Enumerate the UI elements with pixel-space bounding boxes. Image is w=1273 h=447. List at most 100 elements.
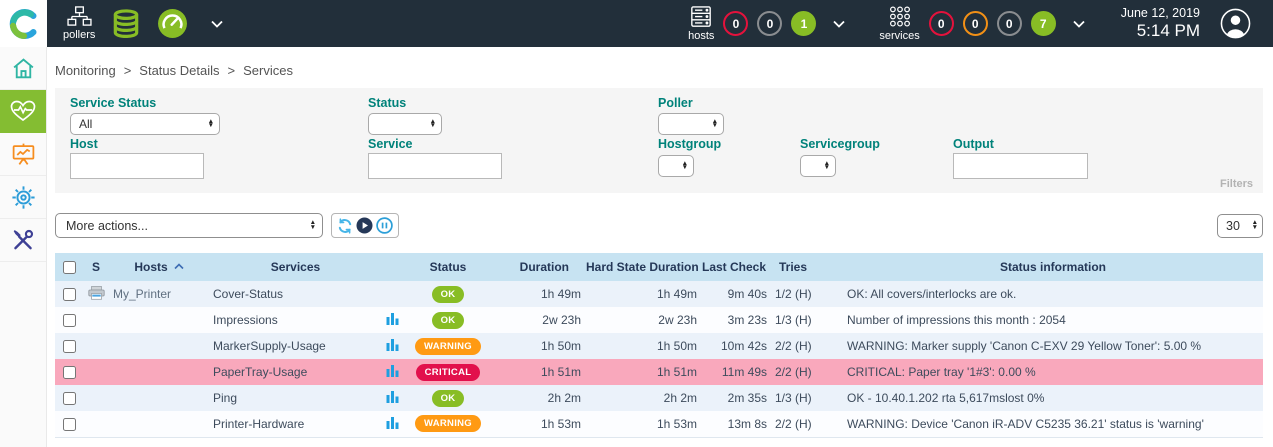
- breadcrumb-monitoring[interactable]: Monitoring: [55, 63, 116, 78]
- host-cell: [109, 307, 209, 333]
- services-warning-counter[interactable]: 0: [963, 11, 988, 36]
- host-cell: [109, 333, 209, 359]
- hosts-down-counter[interactable]: 0: [723, 11, 748, 36]
- refresh-button[interactable]: [337, 218, 353, 234]
- centreon-logo[interactable]: [0, 0, 47, 47]
- column-header-tries[interactable]: Tries: [771, 253, 843, 281]
- breadcrumb-status-details[interactable]: Status Details: [139, 63, 219, 78]
- last-check-cell: 3m 23s: [701, 307, 771, 333]
- column-header-status-information[interactable]: Status information: [843, 253, 1263, 281]
- select-arrows-icon: ▲▼: [682, 162, 688, 171]
- services-ok-counter[interactable]: 7: [1031, 11, 1056, 36]
- service-name[interactable]: Printer-Hardware: [213, 417, 304, 431]
- filters-panel: Service Status All ▲▼ Status ▲▼ Poller ▲…: [55, 88, 1263, 193]
- hosts-menu[interactable]: hosts: [688, 6, 714, 42]
- host-name[interactable]: My_Printer: [113, 287, 171, 301]
- status-select[interactable]: ▲▼: [368, 113, 442, 135]
- pause-button[interactable]: [376, 217, 393, 234]
- output-label: Output: [953, 137, 994, 151]
- sidebar-item-reporting[interactable]: [0, 133, 46, 176]
- graph-icon[interactable]: [386, 390, 399, 403]
- service-cell: Impressions: [209, 307, 377, 333]
- database-status-icon[interactable]: [110, 8, 142, 40]
- poller-select[interactable]: ▲▼: [658, 113, 724, 135]
- hard-state-duration-cell: 2h 2m: [585, 385, 701, 411]
- output-input[interactable]: [953, 153, 1088, 179]
- pollers-menu[interactable]: pollers: [63, 6, 95, 41]
- play-button[interactable]: [356, 217, 373, 234]
- user-avatar[interactable]: [1220, 8, 1251, 39]
- duration-cell: 1h 53m: [489, 411, 585, 437]
- tries-cell: 1/2 (H): [771, 281, 843, 307]
- graph-icon[interactable]: [386, 364, 399, 377]
- status-badge: OK: [432, 312, 465, 329]
- column-header-hard-state-duration[interactable]: Hard State Duration: [585, 253, 701, 281]
- hostgroup-label: Hostgroup: [658, 137, 721, 151]
- row-checkbox[interactable]: [63, 366, 76, 379]
- filters-panel-tag: Filters: [1220, 178, 1253, 190]
- sidebar-item-home[interactable]: [0, 47, 46, 90]
- service-name[interactable]: PaperTray-Usage: [213, 365, 307, 379]
- hosts-chevron-down-icon[interactable]: [833, 20, 845, 28]
- graph-cell: [377, 333, 407, 359]
- column-header-s[interactable]: S: [83, 253, 109, 281]
- table-row: MarkerSupply-Usage WARNING 1h 50m 1h 50m…: [55, 333, 1263, 359]
- services-menu[interactable]: services: [879, 5, 919, 42]
- column-header-services[interactable]: Services: [209, 253, 377, 281]
- host-input[interactable]: [70, 153, 204, 179]
- row-checkbox[interactable]: [63, 418, 76, 431]
- duration-cell: 2h 2m: [489, 385, 585, 411]
- host-icon-cell: [83, 359, 109, 385]
- services-unknown-counter[interactable]: 0: [997, 11, 1022, 36]
- row-select-cell: [55, 281, 83, 307]
- hosts-up-counter[interactable]: 1: [791, 11, 816, 36]
- hostgroup-select[interactable]: ▲▼: [658, 155, 694, 177]
- select-arrows-icon: ▲▼: [712, 120, 718, 129]
- servicegroup-select[interactable]: ▲▼: [800, 155, 836, 177]
- sidebar-item-administration[interactable]: [0, 219, 46, 262]
- table-row: Printer-Hardware WARNING 1h 53m 1h 53m 1…: [55, 411, 1263, 437]
- graph-icon[interactable]: [386, 338, 399, 351]
- column-header-last-check[interactable]: Last Check: [701, 253, 771, 281]
- servicegroup-label: Servicegroup: [800, 137, 880, 151]
- service-status-value: All: [79, 117, 92, 131]
- more-actions-select[interactable]: More actions... ▲▼: [55, 213, 323, 238]
- service-name[interactable]: MarkerSupply-Usage: [213, 339, 326, 353]
- host-icon-cell: [83, 333, 109, 359]
- service-name[interactable]: Ping: [213, 391, 237, 405]
- pollers-chevron-down-icon[interactable]: [211, 20, 223, 28]
- graph-icon[interactable]: [386, 312, 399, 325]
- status-cell: OK: [407, 385, 489, 411]
- service-input[interactable]: [368, 153, 502, 179]
- row-checkbox[interactable]: [63, 340, 76, 353]
- status-cell: WARNING: [407, 333, 489, 359]
- service-name[interactable]: Impressions: [213, 313, 278, 327]
- graph-icon[interactable]: [386, 416, 399, 429]
- services-chevron-down-icon[interactable]: [1073, 20, 1085, 28]
- actions-toolbar: More actions... ▲▼: [55, 213, 1263, 238]
- services-critical-counter[interactable]: 0: [929, 11, 954, 36]
- column-header-hosts[interactable]: Hosts: [109, 253, 209, 281]
- page-size-select[interactable]: 30 ▲▼: [1217, 214, 1263, 238]
- row-checkbox[interactable]: [63, 392, 76, 405]
- status-cell: OK: [407, 307, 489, 333]
- sidebar-item-configuration[interactable]: [0, 176, 46, 219]
- column-header-duration[interactable]: Duration: [489, 253, 585, 281]
- duration-cell: 1h 50m: [489, 333, 585, 359]
- select-all-checkbox[interactable]: [63, 261, 76, 274]
- row-checkbox[interactable]: [63, 314, 76, 327]
- sidebar-item-monitoring[interactable]: [0, 90, 46, 133]
- hard-state-duration-cell: 1h 51m: [585, 359, 701, 385]
- left-nav: [0, 47, 47, 447]
- service-cell: Ping: [209, 385, 377, 411]
- service-status-select[interactable]: All ▲▼: [70, 113, 220, 135]
- hosts-unreachable-counter[interactable]: 0: [757, 11, 782, 36]
- service-name[interactable]: Cover-Status: [213, 287, 283, 301]
- refresh-button-group: [331, 213, 399, 238]
- status-badge: OK: [432, 390, 465, 407]
- column-header-status[interactable]: Status: [407, 253, 489, 281]
- hosts-icon: [689, 6, 713, 28]
- row-select-cell: [55, 333, 83, 359]
- gauge-status-icon[interactable]: [157, 8, 188, 39]
- row-checkbox[interactable]: [63, 288, 76, 301]
